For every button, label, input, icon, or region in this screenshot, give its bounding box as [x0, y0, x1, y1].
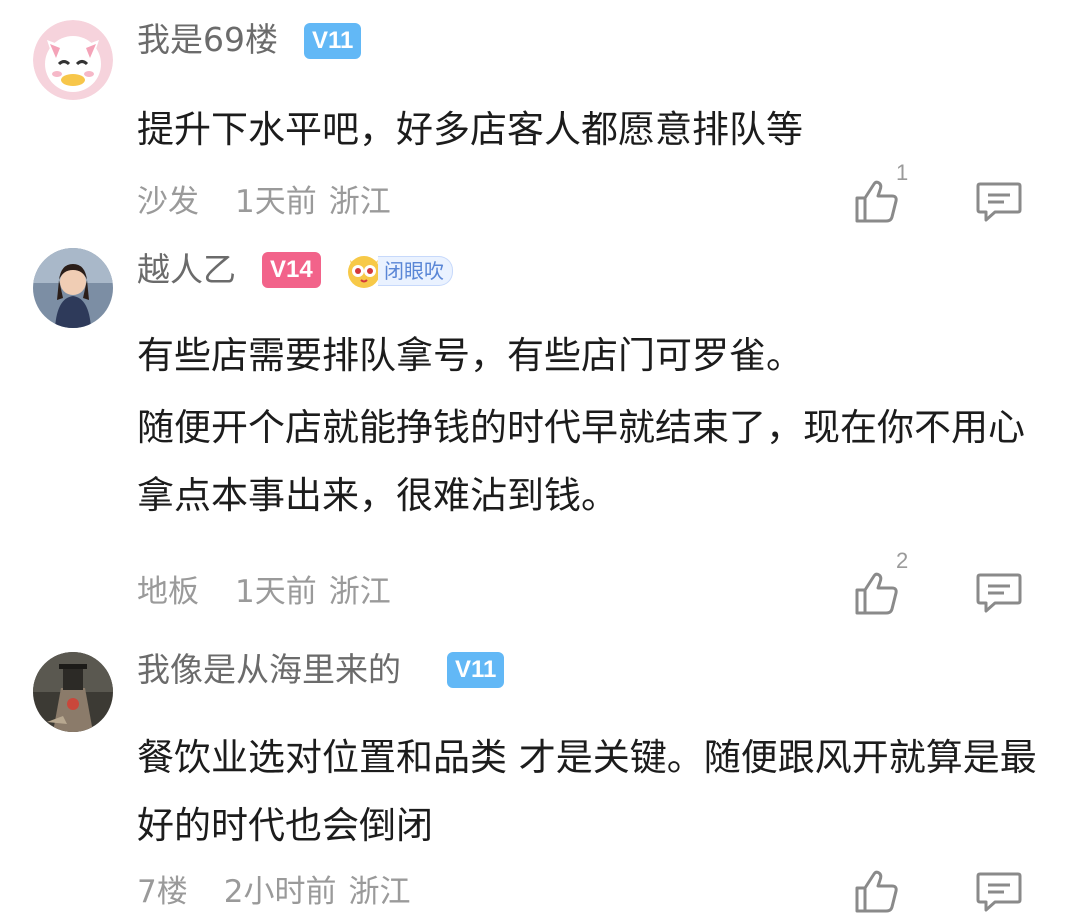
like-button[interactable] — [852, 866, 902, 916]
location: 浙江 — [328, 574, 391, 610]
comment-line: 提升下水平吧，好多店客人都愿意排队等 — [137, 108, 803, 151]
comment-bubble-icon — [976, 573, 1022, 613]
timestamp: 1天前 — [235, 184, 317, 220]
comment-text: 餐饮业选对位置和品类 才是关键。随便跟风开就算是最好的时代也会倒闭 — [137, 724, 1057, 860]
comment-text: 提升下水平吧，好多店客人都愿意排队等 — [137, 96, 1057, 164]
like-button[interactable] — [852, 176, 902, 226]
comment-bubble-icon — [976, 182, 1022, 222]
thumbs-up-icon — [855, 572, 898, 615]
thumbs-up-icon — [855, 180, 898, 223]
username[interactable]: 越人乙 — [137, 250, 236, 290]
level-badge: V11 — [304, 23, 362, 59]
level-badge: V11 — [447, 652, 505, 688]
username[interactable]: 我是69楼 — [137, 20, 278, 60]
floor-label: 沙发 — [137, 184, 199, 220]
reply-button[interactable] — [975, 571, 1023, 615]
timestamp: 1天前 — [235, 574, 317, 610]
medal-label: 闭眼吹 — [378, 256, 453, 286]
username[interactable]: 我像是从海里来的 — [137, 650, 401, 690]
comment-meta: 7楼 2小时前 浙江 — [137, 872, 446, 912]
comment-item: 越人乙 V14 闭眼吹 有些店需要排队拿号，有些店门可罗雀。 随便开个店就能挣钱… — [0, 230, 1080, 640]
like-button[interactable] — [852, 568, 902, 618]
reply-button[interactable] — [975, 870, 1023, 914]
thumbs-up-icon — [855, 870, 898, 913]
level-badge: V14 — [262, 252, 321, 288]
location: 浙江 — [348, 874, 411, 910]
like-count: 1 — [896, 160, 909, 185]
floor-label: 地板 — [137, 574, 199, 610]
comment-bubble-icon — [976, 872, 1022, 912]
comment-item: 我像是从海里来的 V11 餐饮业选对位置和品类 才是关键。随便跟风开就算是最好的… — [0, 640, 1080, 922]
comment-item: 我是69楼 V11 提升下水平吧，好多店客人都愿意排队等 沙发 1天前 浙江 1 — [0, 0, 1080, 230]
avatar[interactable] — [33, 652, 113, 732]
like-count: 2 — [896, 548, 909, 573]
avatar[interactable] — [33, 248, 113, 328]
comment-line: 餐饮业选对位置和品类 才是关键。随便跟风开就算是最好的时代也会倒闭 — [137, 736, 1037, 847]
comment-line: 随便开个店就能挣钱的时代早就结束了，现在你不用心拿点本事出来，很难沾到钱。 — [137, 406, 1025, 517]
comment-meta: 地板 1天前 浙江 — [137, 572, 427, 612]
timestamp: 2小时前 — [223, 874, 337, 910]
comment-line: 有些店需要排队拿号，有些店门可罗雀。 — [137, 334, 803, 377]
location: 浙江 — [328, 184, 391, 220]
floor-label: 7楼 — [137, 874, 188, 910]
reply-button[interactable] — [975, 180, 1023, 224]
avatar[interactable] — [33, 20, 113, 100]
comment-text: 有些店需要排队拿号，有些店门可罗雀。 随便开个店就能挣钱的时代早就结束了，现在你… — [137, 322, 1057, 530]
comment-meta: 沙发 1天前 浙江 — [137, 182, 427, 222]
